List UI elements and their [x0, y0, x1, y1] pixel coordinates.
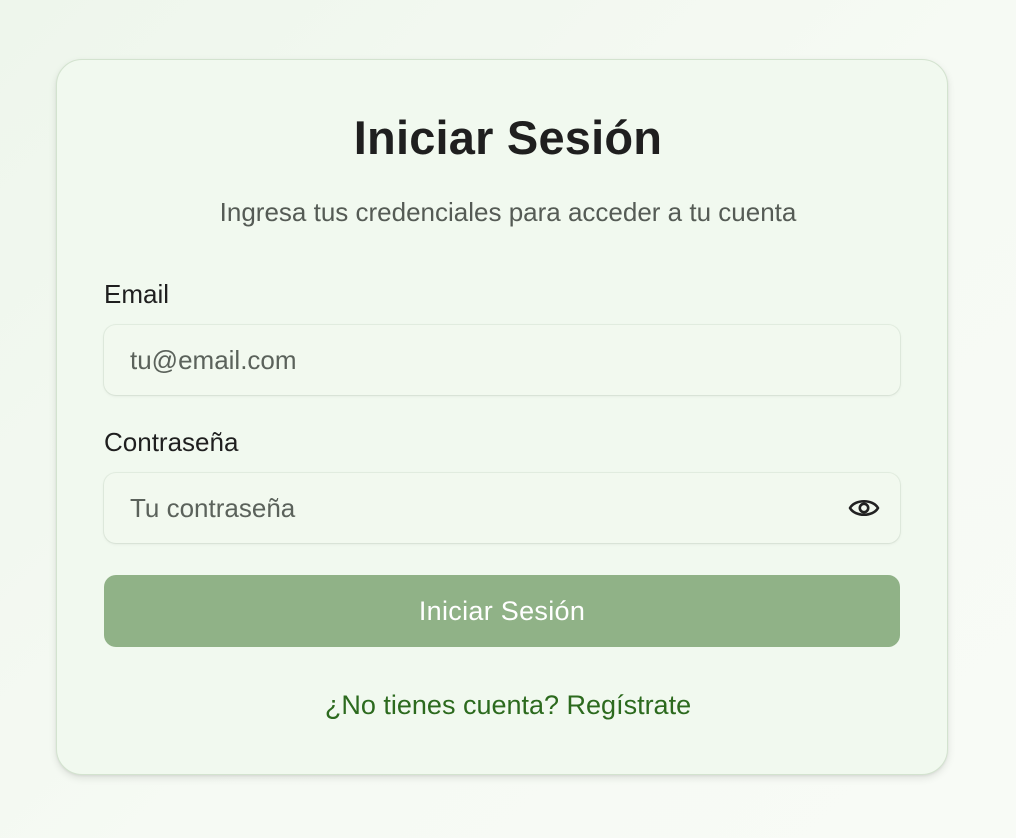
register-prompt: ¿No tienes cuenta? Regístrate — [0, 688, 1016, 722]
login-submit-button[interactable]: Iniciar Sesión — [104, 575, 900, 647]
password-label: Contraseña — [104, 427, 239, 457]
register-link[interactable]: ¿No tienes cuenta? Regístrate — [325, 690, 691, 720]
password-field-container — [104, 473, 900, 543]
email-label: Email — [104, 279, 170, 309]
email-input[interactable] — [104, 325, 900, 395]
page-title: Iniciar Sesión — [353, 111, 663, 164]
eye-icon[interactable] — [848, 493, 880, 523]
email-field-container — [104, 325, 900, 395]
eye-icon-svg — [848, 499, 880, 517]
password-input[interactable] — [104, 473, 900, 543]
page-subtitle: Ingresa tus credenciales para acceder a … — [219, 197, 797, 227]
